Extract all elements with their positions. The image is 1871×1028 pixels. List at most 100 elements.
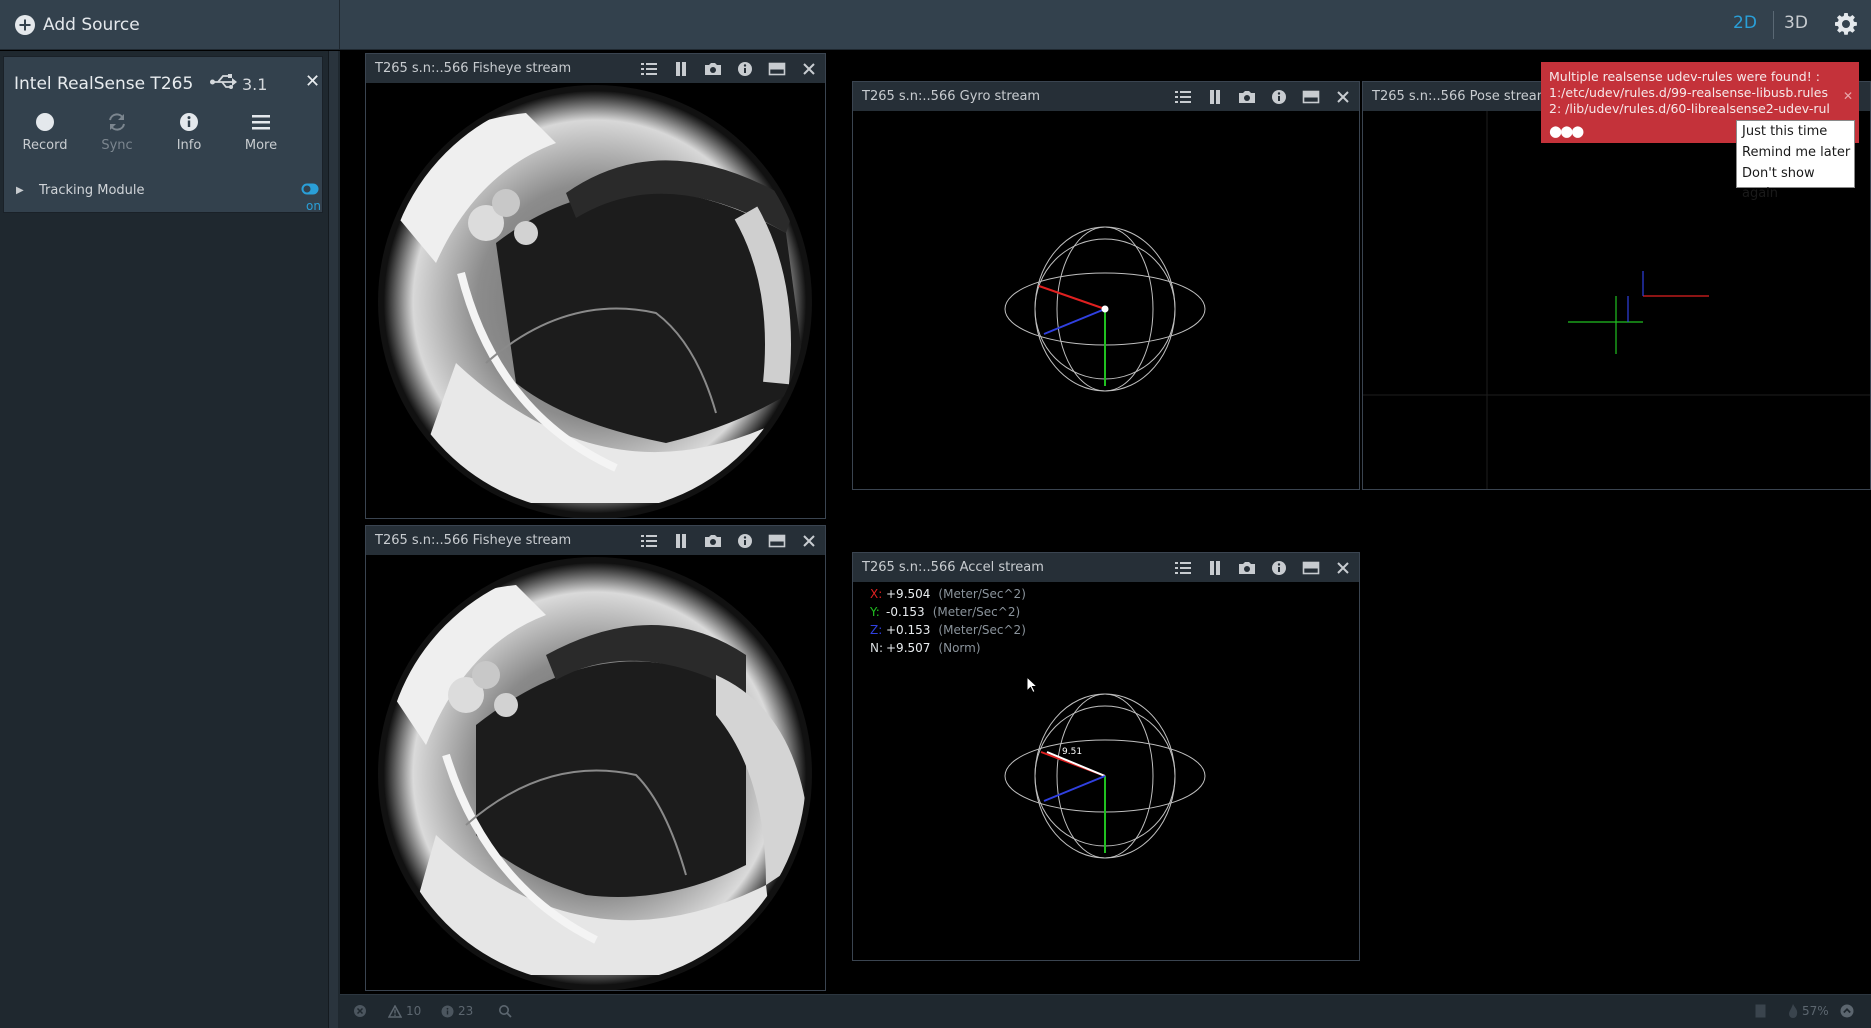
add-source-label: Add Source bbox=[43, 15, 140, 35]
expand-log-icon[interactable] bbox=[1840, 1004, 1854, 1018]
stream-title: T265 s.n:..566 Gyro stream bbox=[862, 89, 1041, 104]
camera-snapshot-icon[interactable] bbox=[702, 531, 724, 551]
record-button[interactable]: Record bbox=[10, 112, 80, 153]
camera-snapshot-icon[interactable] bbox=[1236, 87, 1258, 107]
stream-title: T265 s.n:..566 Pose stream bbox=[1372, 89, 1550, 104]
warnings-count: 10 bbox=[406, 1004, 422, 1018]
info-label: Info bbox=[176, 138, 202, 153]
notification-options-menu: Just this time Remind me later Don't sho… bbox=[1736, 120, 1855, 201]
log-file-icon[interactable] bbox=[1755, 1004, 1766, 1018]
close-stream-icon[interactable] bbox=[1332, 87, 1354, 107]
fisheye-stream-2: T265 s.n:..566 Fisheye stream bbox=[365, 525, 826, 991]
view-3d-button[interactable]: 3D bbox=[1784, 13, 1808, 33]
stream-header: T265 s.n:..566 Accel stream bbox=[853, 553, 1359, 582]
module-name: Tracking Module bbox=[39, 183, 145, 198]
maximize-window-icon[interactable] bbox=[1300, 87, 1322, 107]
maximize-window-icon[interactable] bbox=[766, 531, 788, 551]
notification-close-icon[interactable]: ✕ bbox=[1843, 88, 1853, 104]
notification-line-2: 1:/etc/udev/rules.d/99-realsense-libusb.… bbox=[1549, 85, 1828, 100]
device-card: Intel RealSense T265 3.1 ✕ Record Sync I… bbox=[3, 56, 323, 213]
pause-icon[interactable] bbox=[1204, 558, 1226, 578]
record-icon bbox=[10, 112, 80, 132]
pause-icon[interactable] bbox=[670, 59, 692, 79]
checklist-icon[interactable] bbox=[638, 59, 660, 79]
view-toggle-divider bbox=[1773, 11, 1774, 39]
gyro-x-axis bbox=[1038, 285, 1106, 310]
settings-gear-icon[interactable] bbox=[1834, 12, 1858, 36]
top-bar: Add Source 2D 3D bbox=[0, 0, 1871, 50]
clear-log-icon[interactable] bbox=[353, 1004, 367, 1018]
info-button[interactable]: Info bbox=[154, 112, 224, 153]
close-stream-icon[interactable] bbox=[1332, 558, 1354, 578]
more-button[interactable]: More bbox=[226, 112, 296, 153]
fisheye-image-2 bbox=[366, 555, 825, 990]
cpu-usage-value: 57% bbox=[1802, 1004, 1829, 1018]
stream-header: T265 s.n:..566 Fisheye stream bbox=[366, 54, 825, 83]
maximize-window-icon[interactable] bbox=[766, 59, 788, 79]
info-count: 23 bbox=[458, 1004, 474, 1018]
maximize-window-icon[interactable] bbox=[1300, 558, 1322, 578]
pause-icon[interactable] bbox=[1204, 87, 1226, 107]
sync-icon bbox=[82, 112, 152, 132]
stream-title: T265 s.n:..566 Fisheye stream bbox=[375, 61, 572, 76]
plus-circle-icon bbox=[15, 15, 35, 35]
accel-stream: T265 s.n:..566 Accel stream X: +9.504 (Met… bbox=[852, 552, 1360, 961]
notification-line-3: 2: /lib/udev/rules.d/60-librealsense2-ud… bbox=[1549, 101, 1830, 116]
expand-arrow-icon[interactable]: ▶ bbox=[16, 185, 24, 196]
info-circle-icon bbox=[441, 1005, 454, 1018]
add-source-button[interactable]: Add Source bbox=[0, 0, 340, 50]
warnings-counter[interactable]: 10 bbox=[388, 1004, 421, 1018]
menu-item-just-this-time[interactable]: Just this time bbox=[1737, 122, 1854, 142]
close-device-button[interactable]: ✕ bbox=[305, 71, 320, 92]
camera-snapshot-icon[interactable] bbox=[702, 59, 724, 79]
panel-splitter[interactable] bbox=[328, 51, 338, 1028]
usb-icon bbox=[210, 72, 238, 92]
info-icon[interactable] bbox=[1268, 558, 1290, 578]
close-stream-icon[interactable] bbox=[798, 59, 820, 79]
sync-label: Sync bbox=[101, 138, 133, 153]
usb-version: 3.1 bbox=[242, 75, 268, 94]
cpu-flame-icon bbox=[1788, 1004, 1798, 1018]
camera-snapshot-icon[interactable] bbox=[1236, 558, 1258, 578]
warning-triangle-icon bbox=[388, 1004, 402, 1018]
search-log-icon[interactable] bbox=[498, 1004, 512, 1018]
notification-more-dots-icon[interactable]: ●●● bbox=[1549, 123, 1584, 139]
checklist-icon[interactable] bbox=[638, 531, 660, 551]
tracking-module-row[interactable]: ▶ Tracking Module on bbox=[4, 179, 322, 213]
menu-item-remind-later[interactable]: Remind me later bbox=[1737, 143, 1854, 163]
info-icon bbox=[154, 112, 224, 132]
module-state-label: on bbox=[306, 199, 321, 213]
sync-button[interactable]: Sync bbox=[82, 112, 152, 153]
cpu-usage: 57% bbox=[1788, 1004, 1829, 1018]
status-bar: 10 23 57% bbox=[340, 994, 1871, 1028]
view-2d-button[interactable]: 2D bbox=[1733, 13, 1757, 33]
info-icon[interactable] bbox=[1268, 87, 1290, 107]
info-icon[interactable] bbox=[734, 59, 756, 79]
stream-title: T265 s.n:..566 Accel stream bbox=[862, 560, 1044, 575]
device-name: Intel RealSense T265 bbox=[14, 74, 194, 94]
checklist-icon[interactable] bbox=[1172, 87, 1194, 107]
close-stream-icon[interactable] bbox=[798, 531, 820, 551]
info-counter[interactable]: 23 bbox=[441, 1004, 473, 1018]
stream-header: T265 s.n:..566 Gyro stream bbox=[853, 82, 1359, 111]
checklist-icon[interactable] bbox=[1172, 558, 1194, 578]
record-label: Record bbox=[22, 138, 68, 153]
module-toggle-switch[interactable] bbox=[301, 183, 319, 195]
hamburger-menu-icon bbox=[226, 112, 296, 132]
stream-viewport: T265 s.n:..566 Fisheye stream T265 s.n:.… bbox=[340, 51, 1871, 994]
info-icon[interactable] bbox=[734, 531, 756, 551]
stream-header: T265 s.n:..566 Fisheye stream bbox=[366, 526, 825, 555]
fisheye-image-1 bbox=[366, 83, 825, 518]
accel-view: X: +9.504 (Meter/Sec^2) Y: -0.153 (Meter/Sec… bbox=[853, 582, 1359, 960]
accel-vector-label: 9.51 bbox=[1062, 747, 1082, 757]
gyro-z-axis bbox=[1043, 308, 1106, 335]
menu-item-dont-show-again[interactable]: Don't show again bbox=[1737, 164, 1854, 201]
more-label: More bbox=[244, 138, 278, 153]
mouse-cursor-icon bbox=[1026, 676, 1038, 694]
pause-icon[interactable] bbox=[670, 531, 692, 551]
gyro-stream: T265 s.n:..566 Gyro stream bbox=[852, 81, 1360, 490]
accel-z-axis bbox=[1043, 775, 1106, 802]
fisheye-stream-1: T265 s.n:..566 Fisheye stream bbox=[365, 53, 826, 519]
stream-title: T265 s.n:..566 Fisheye stream bbox=[375, 533, 572, 548]
gyro-sphere-view bbox=[853, 111, 1359, 489]
